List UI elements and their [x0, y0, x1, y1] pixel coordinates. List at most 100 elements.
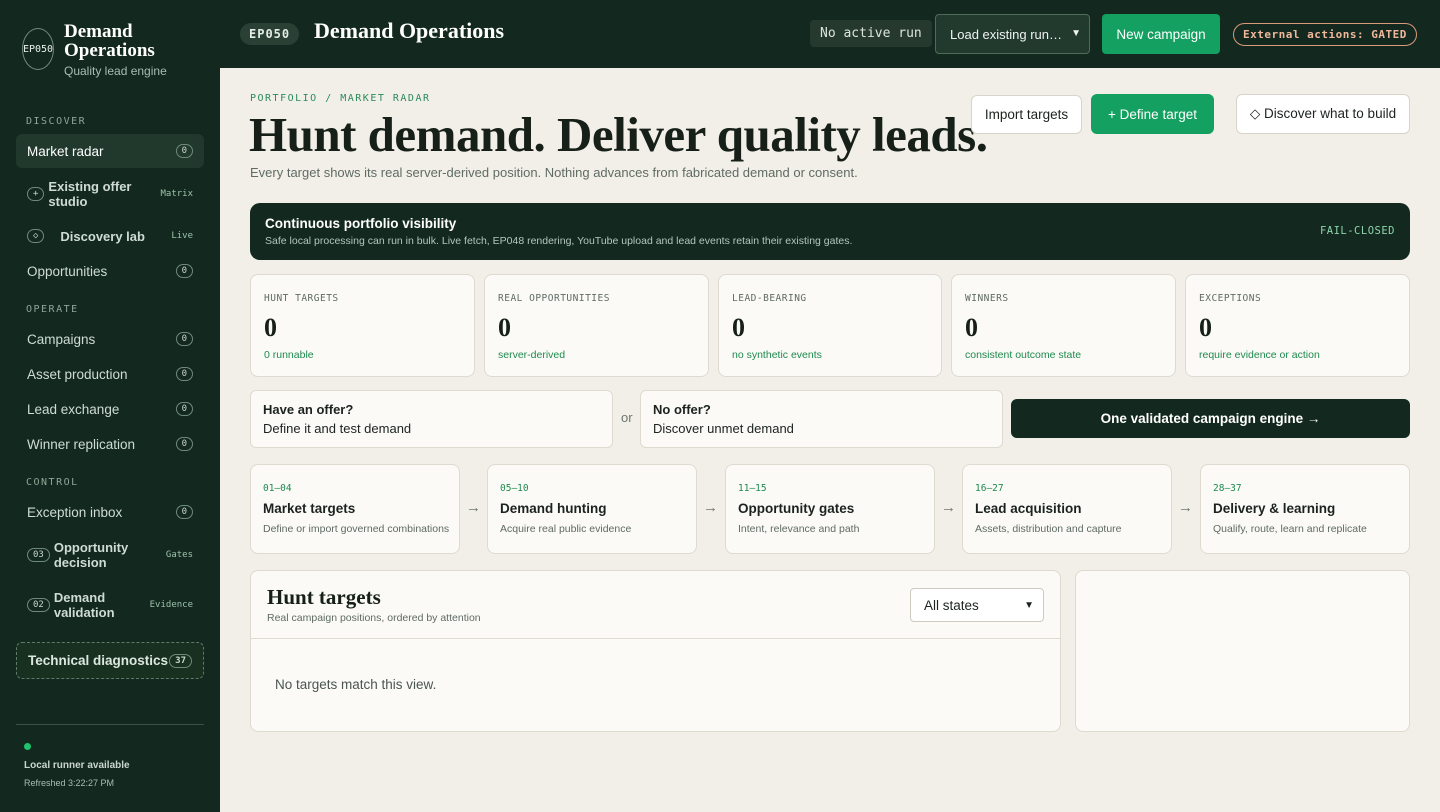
pipeline-stage-delivery-learning[interactable]: 28–37 Delivery & learning Qualify, route…	[1200, 464, 1410, 554]
stat-card-real-opportunities: REAL OPPORTUNITIES 0 server-derived	[484, 274, 709, 377]
arrow-right-icon: →	[703, 499, 718, 516]
sidebar-item-existing-offer-studio[interactable]: + Existing offer studio Matrix	[16, 177, 204, 211]
offer-question: Have an offer?	[263, 402, 354, 417]
count-badge: 0	[175, 264, 193, 278]
stage-description: Acquire real public evidence	[500, 523, 632, 535]
app-title: Demand Operations	[314, 18, 505, 43]
topbar: EP050 Demand Operations No active run Lo…	[220, 0, 1440, 68]
import-targets-button[interactable]: Import targets	[971, 95, 1082, 134]
pipeline-stage-opportunity-gates[interactable]: 11–15 Opportunity gates Intent, relevanc…	[725, 464, 935, 554]
sidebar: EP050 Demand Operations Quality lead eng…	[0, 0, 220, 812]
sidebar-item-label: Exception inbox	[27, 504, 123, 520]
stat-note: 0 runnable	[264, 349, 314, 361]
new-campaign-button[interactable]: New campaign	[1102, 14, 1220, 54]
count-badge: 0	[175, 332, 193, 346]
sidebar-item-technical-diagnostics[interactable]: Technical diagnostics 37	[16, 642, 204, 679]
count-badge: 0	[175, 367, 193, 381]
stat-note: server-derived	[498, 349, 566, 361]
panel-title: Hunt targets	[267, 585, 381, 609]
tag-badge: Live	[171, 231, 193, 241]
fail-closed-badge: FAIL-CLOSED	[1319, 225, 1395, 237]
stage-range: 01–04	[263, 483, 292, 494]
stage-range: 28–37	[1213, 483, 1242, 494]
sidebar-item-label: Asset production	[27, 366, 128, 382]
sidebar-item-discovery-lab[interactable]: ◇ Discovery lab Live	[16, 219, 204, 253]
banner-subtitle: Safe local processing can run in bulk. L…	[265, 235, 853, 247]
sidebar-item-demand-validation[interactable]: 02 Demand validation Evidence	[16, 588, 204, 622]
plus-icon: +	[27, 187, 45, 201]
load-run-select[interactable]: Load existing run… ▼	[935, 14, 1090, 54]
sidebar-item-label: Technical diagnostics	[28, 653, 169, 668]
sidebar-item-winner-replication[interactable]: Winner replication 0	[16, 427, 204, 461]
status-dot-icon	[24, 743, 31, 750]
brand-logo: EP050	[22, 28, 54, 70]
step-badge: 02	[27, 598, 50, 612]
run-status-badge: No active run	[810, 20, 932, 47]
stat-card-winners: WINNERS 0 consistent outcome state	[951, 274, 1176, 377]
stage-description: Assets, distribution and capture	[975, 523, 1122, 535]
sidebar-item-market-radar[interactable]: Market radar 0	[16, 134, 204, 168]
breadcrumb: PORTFOLIO / MARKET RADAR	[250, 93, 431, 104]
pipeline-stage-demand-hunting[interactable]: 05–10 Demand hunting Acquire real public…	[487, 464, 697, 554]
arrow-right-icon: →	[466, 499, 481, 516]
runner-status: Local runner available	[24, 760, 130, 771]
count-badge: 37	[169, 653, 192, 668]
stat-note: require evidence or action	[1199, 349, 1320, 361]
chevron-down-icon: ▼	[1071, 28, 1081, 39]
stat-label: WINNERS	[965, 293, 1009, 304]
external-actions-badge: External actions: GATED	[1233, 23, 1417, 46]
sidebar-item-opportunities[interactable]: Opportunities 0	[16, 254, 204, 288]
stage-title: Market targets	[263, 501, 356, 516]
banner-title: Continuous portfolio visibility	[265, 216, 457, 231]
empty-state-message: No targets match this view.	[275, 677, 437, 692]
stat-value: 0	[1199, 313, 1212, 342]
page-title: Hunt demand. Deliver quality leads.	[249, 107, 988, 162]
count-badge: 0	[175, 437, 193, 451]
sidebar-item-campaigns[interactable]: Campaigns 0	[16, 322, 204, 356]
stage-title: Delivery & learning	[1213, 501, 1336, 516]
hunt-targets-panel: Hunt targets Real campaign positions, or…	[250, 570, 1061, 732]
step-badge: 03	[27, 548, 50, 562]
sidebar-item-label: Opportunities	[27, 263, 108, 279]
detail-panel	[1075, 570, 1410, 732]
sidebar-item-exception-inbox[interactable]: Exception inbox 0	[16, 495, 204, 529]
runner-refreshed: Refreshed 3:22:27 PM	[24, 778, 115, 788]
state-filter-select[interactable]: All states ▼	[910, 588, 1044, 622]
sidebar-item-opportunity-decision[interactable]: 03 Opportunity decision Gates	[16, 538, 204, 572]
stage-description: Intent, relevance and path	[738, 523, 860, 535]
sidebar-item-lead-exchange[interactable]: Lead exchange 0	[16, 392, 204, 426]
no-offer-card[interactable]: No offer? Discover unmet demand	[640, 390, 1003, 448]
arrow-right-icon: →	[941, 499, 956, 516]
sidebar-divider	[16, 724, 204, 725]
count-badge: 0	[175, 144, 193, 158]
visibility-banner: Continuous portfolio visibility Safe loc…	[250, 203, 1410, 260]
stat-card-exceptions: EXCEPTIONS 0 require evidence or action	[1185, 274, 1410, 377]
brand-title: Demand Operations	[64, 21, 155, 61]
pipeline-stage-market-targets[interactable]: 01–04 Market targets Define or import go…	[250, 464, 460, 554]
offer-action: Define it and test demand	[263, 421, 412, 436]
stat-label: REAL OPPORTUNITIES	[498, 293, 610, 304]
sidebar-item-label: Discovery lab	[60, 228, 145, 244]
stat-card-lead-bearing: LEAD-BEARING 0 no synthetic events	[718, 274, 942, 377]
tag-badge: Evidence	[149, 600, 193, 610]
chevron-down-icon: ▼	[1024, 600, 1034, 611]
page-subtitle: Every target shows its real server-deriv…	[250, 165, 858, 180]
sidebar-item-label: Campaigns	[27, 331, 96, 347]
sidebar-item-asset-production[interactable]: Asset production 0	[16, 357, 204, 391]
have-offer-card[interactable]: Have an offer? Define it and test demand	[250, 390, 613, 448]
stat-label: EXCEPTIONS	[1199, 293, 1262, 304]
sidebar-item-label: Existing offer studio	[48, 179, 132, 209]
sidebar-item-label: Demand validation	[53, 590, 115, 620]
stage-title: Lead acquisition	[975, 501, 1082, 516]
stage-range: 16–27	[975, 483, 1004, 494]
discover-what-to-build-button[interactable]: ◇ Discover what to build	[1236, 94, 1410, 134]
campaign-engine-button[interactable]: One validated campaign engine →	[1011, 399, 1410, 438]
brand-subtitle: Quality lead engine	[64, 64, 167, 78]
pipeline-stage-lead-acquisition[interactable]: 16–27 Lead acquisition Assets, distribut…	[962, 464, 1172, 554]
stage-range: 05–10	[500, 483, 529, 494]
nav-section-discover: DISCOVER	[26, 116, 87, 127]
load-run-select-value: Load existing run…	[950, 26, 1063, 42]
stat-value: 0	[498, 313, 511, 342]
arrow-right-icon: →	[1178, 499, 1193, 516]
define-target-button[interactable]: + Define target	[1091, 94, 1214, 134]
